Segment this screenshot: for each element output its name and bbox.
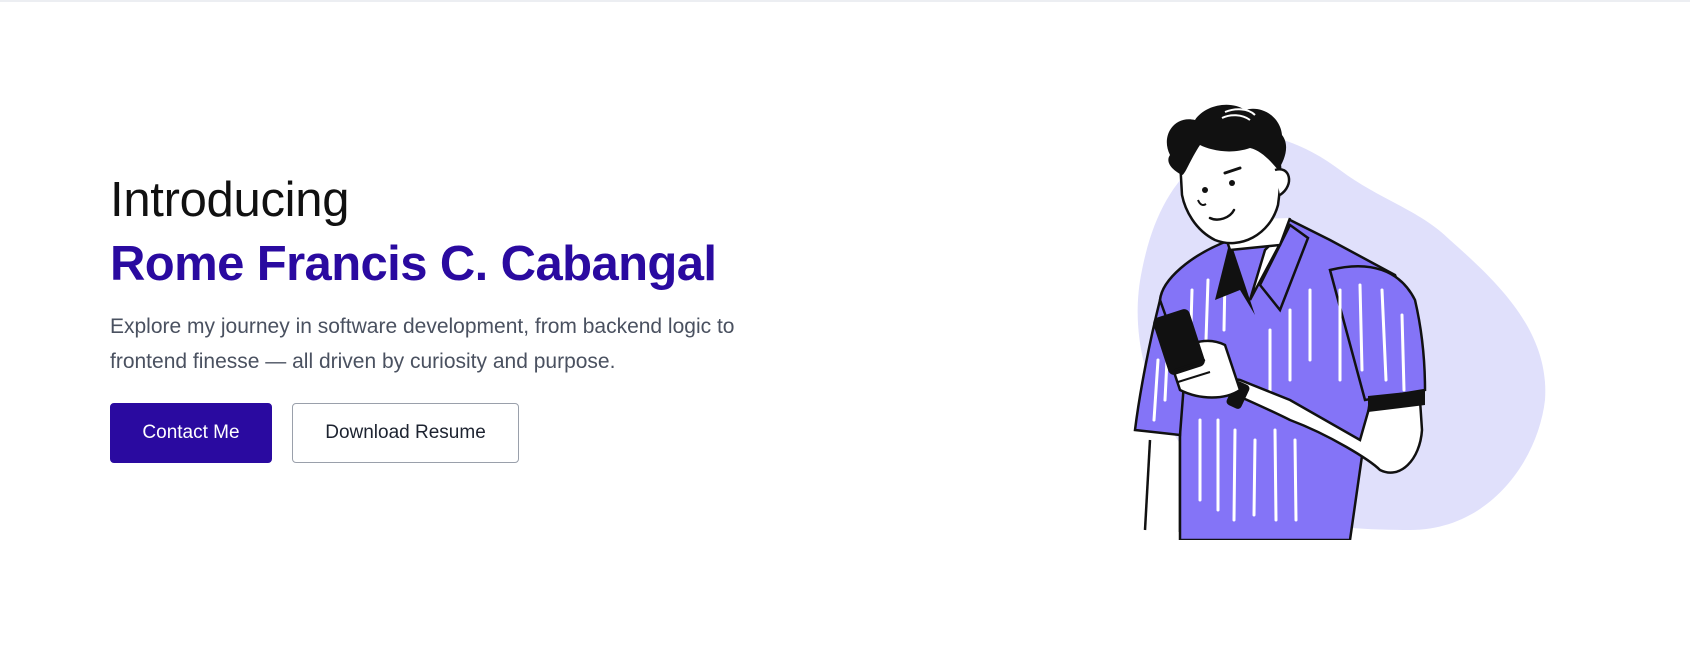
owner-name: Rome Francis C. Cabangal [110,237,717,291]
hero-text: Introducing Rome Francis C. Cabangal Exp… [110,171,810,463]
intro-heading: Introducing [110,173,350,227]
hero-tagline: Explore my journey in software developme… [110,315,735,373]
download-resume-button[interactable]: Download Resume [292,403,519,463]
hero-section: Introducing Rome Francis C. Cabangal Exp… [0,0,1690,647]
contact-me-button[interactable]: Contact Me [110,403,272,463]
person-with-phone-illustration [1133,104,1546,540]
hero-actions: Contact Me Download Resume [110,403,810,463]
